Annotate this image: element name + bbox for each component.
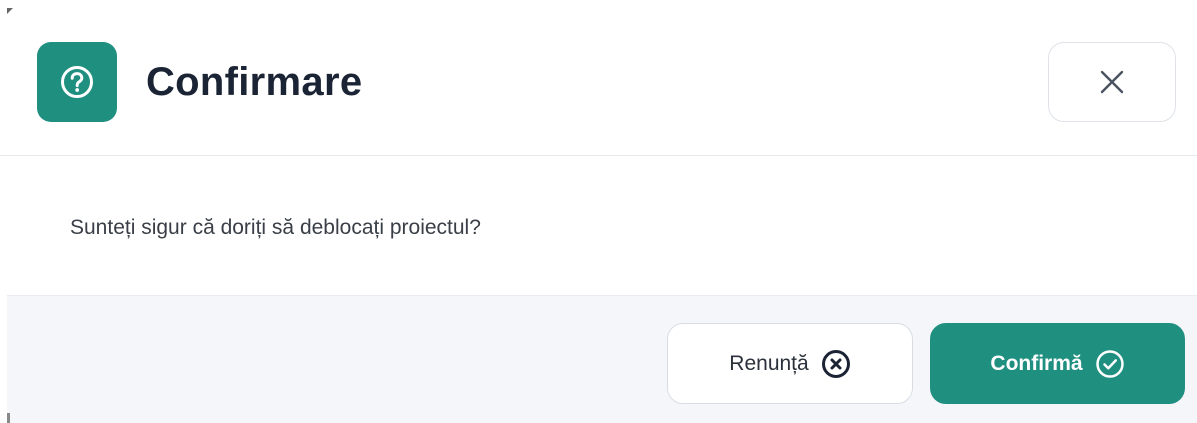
dialog-message: Sunteți sigur că doriți să deblocați pro… — [70, 216, 481, 239]
confirm-button[interactable]: Confirmă — [930, 323, 1185, 404]
dialog-footer: Renunță Confirmă — [7, 295, 1197, 423]
cancel-button[interactable]: Renunță — [667, 323, 913, 404]
question-circle-icon — [61, 66, 93, 98]
x-circle-icon — [821, 349, 850, 378]
confirm-dialog: Confirmare Sunteți sigur că doriți să de… — [0, 0, 1197, 423]
cancel-button-label: Renunță — [729, 351, 809, 375]
close-button[interactable] — [1048, 42, 1176, 122]
confirm-button-label: Confirmă — [990, 351, 1083, 375]
header-icon-box — [37, 42, 117, 122]
dialog-header: Confirmare — [0, 0, 1197, 156]
corner-mark-bottom — [7, 413, 10, 423]
check-circle-icon — [1095, 349, 1124, 378]
dialog-title: Confirmare — [146, 60, 363, 104]
close-icon — [1100, 70, 1124, 94]
